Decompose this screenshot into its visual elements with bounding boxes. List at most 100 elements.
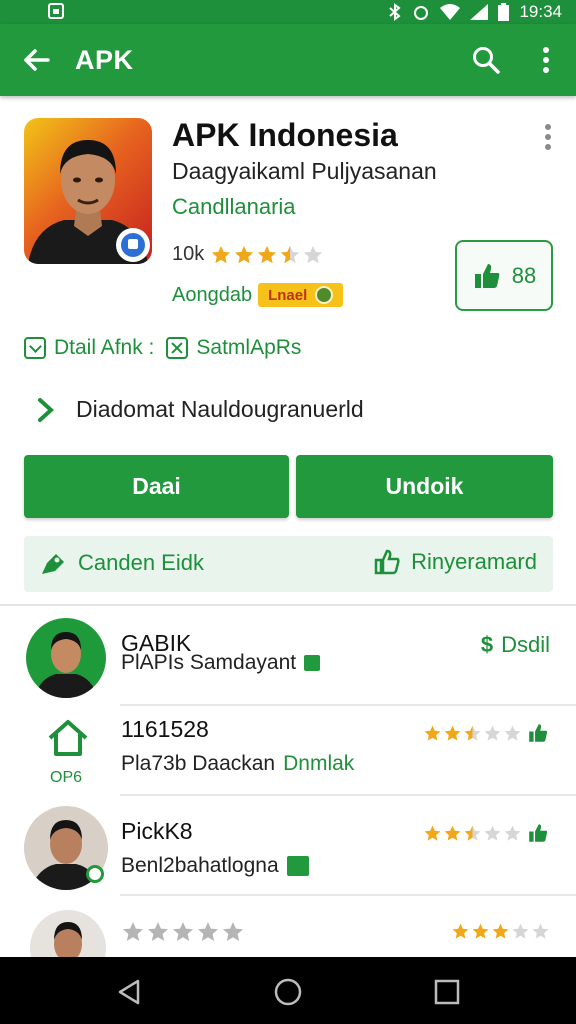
list-item-subtitle-text: Pla73b Daackan: [121, 752, 276, 775]
more-vert-icon[interactable]: [538, 122, 558, 152]
list-rating-stars: [121, 920, 245, 944]
online-status-icon: [86, 865, 104, 883]
list-item-action[interactable]: $ Dsdil: [481, 632, 550, 658]
star-icon: [491, 922, 510, 941]
verified-icon: [304, 655, 321, 671]
verified-badge-icon: [116, 228, 150, 262]
ad-tag-icon: [315, 286, 334, 304]
star-icon: [302, 244, 324, 266]
back-arrow-icon[interactable]: [20, 44, 52, 76]
home-icon-caption: OP6: [50, 769, 83, 786]
avatar: [26, 618, 106, 698]
list-rating-stars: [423, 824, 522, 843]
nav-back-icon[interactable]: [116, 979, 142, 1005]
action-left-label: Canden Eidk: [78, 550, 204, 575]
list-item-subtitle: PlAPIs Samdayant: [121, 651, 321, 675]
dollar-icon: $: [480, 632, 494, 657]
rating-row: 10k: [172, 243, 324, 266]
star-icon: [423, 724, 442, 743]
list-item-rating: [423, 722, 550, 744]
star-icon: [471, 922, 490, 941]
search-icon[interactable]: [470, 44, 502, 76]
primary-left-button[interactable]: Daai: [24, 455, 289, 518]
home-icon-block: OP6: [44, 718, 92, 788]
app-category[interactable]: Candllanaria: [172, 194, 296, 220]
ad-row: Aongdab Lnael: [172, 283, 344, 307]
description-row[interactable]: Diadomat Nauldougranuerld: [36, 396, 364, 423]
list-rating-stars: [451, 922, 550, 941]
star-icon: [146, 920, 170, 944]
list-rating-stars: [423, 724, 522, 743]
primary-right-button[interactable]: Undoik: [296, 455, 553, 518]
secondary-label: SatmlApRs: [196, 336, 302, 359]
chevron-right-icon: [38, 397, 54, 422]
system-nav-bar: [0, 957, 576, 1024]
expand-icon: [24, 337, 46, 359]
star-icon: [483, 824, 502, 843]
nav-home-icon[interactable]: [274, 978, 302, 1006]
star-icon: [503, 724, 522, 743]
tag-icon: [42, 554, 64, 574]
nav-recents-icon[interactable]: [434, 979, 460, 1005]
verified-icon: [286, 856, 309, 876]
status-time: 19:34: [519, 2, 562, 21]
app-bar: APK: [0, 24, 576, 96]
list-item-subtitle: Benl2bahatlogna: [121, 854, 309, 878]
list-item-action-label: Dsdil: [501, 632, 550, 657]
star-icon: [443, 724, 462, 743]
description-text: Diadomat Nauldougranuerld: [76, 396, 364, 422]
list-item[interactable]: PickK8 Benl2bahatlogna: [0, 796, 576, 896]
rating-stars: [210, 244, 324, 266]
star-icon: [463, 724, 482, 743]
star-icon: [463, 824, 482, 843]
action-left[interactable]: Canden Eidk: [38, 548, 204, 578]
list-item-subtitle-text: PlAPIs Samdayant: [121, 651, 297, 674]
star-icon: [221, 920, 245, 944]
battery-icon: [498, 3, 510, 21]
home-icon: [48, 720, 88, 756]
list-item-rating: [423, 822, 550, 844]
action-right-label: Rinyeramard: [411, 549, 537, 574]
rating-count: 10k: [172, 243, 205, 265]
ad-label: Aongdab: [172, 283, 253, 306]
app-bar-title: APK: [75, 45, 134, 75]
list-item[interactable]: GABIK PlAPIs Samdayant $ Dsdil: [0, 606, 576, 706]
star-icon: [279, 244, 301, 266]
app-icon: [24, 118, 152, 264]
bluetooth-icon: [389, 3, 402, 21]
ad-tag-label: Lnael: [268, 286, 308, 304]
ad-tag[interactable]: Lnael: [258, 283, 344, 307]
developer-name[interactable]: Daagyaikaml Puljyasanan: [172, 158, 437, 185]
thumbs-up-icon: [474, 263, 500, 288]
list-item-subtitle-highlight: Dnmlak: [283, 752, 355, 775]
list-item[interactable]: OP6 1161528 Pla73b Daackan Dnmlak: [0, 696, 576, 796]
list-item[interactable]: [0, 896, 576, 957]
wifi-icon: [440, 4, 461, 20]
star-icon: [210, 244, 232, 266]
list-item-rating-left: [121, 920, 245, 944]
star-icon: [233, 244, 255, 266]
star-icon: [443, 824, 462, 843]
star-icon: [451, 922, 470, 941]
thumbs-up-outline-icon: [374, 549, 400, 575]
list-item-title: 1161528: [121, 716, 209, 742]
star-icon: [423, 824, 442, 843]
star-icon: [531, 922, 550, 941]
star-icon: [256, 244, 278, 266]
status-bar: 19:34: [0, 0, 576, 24]
alarm-icon: [414, 6, 429, 20]
detail-link[interactable]: Dtail Afnk :: [24, 336, 154, 360]
action-right[interactable]: Rinyeramard: [373, 548, 537, 576]
signal-icon: [470, 4, 489, 20]
overflow-menu-icon[interactable]: [532, 44, 560, 76]
list-item-rating: [451, 922, 550, 941]
like-button[interactable]: 88: [455, 240, 553, 311]
meta-row: Dtail Afnk : SatmlApRs: [24, 336, 301, 360]
star-icon: [503, 824, 522, 843]
list-item-subtitle: Pla73b Daackan Dnmlak: [121, 752, 354, 776]
secondary-link[interactable]: SatmlApRs: [166, 336, 301, 360]
notification-icon: [48, 3, 64, 19]
star-icon: [196, 920, 220, 944]
list-item-subtitle-text: Benl2bahatlogna: [121, 854, 279, 877]
detail-label: Dtail Afnk :: [54, 336, 155, 359]
